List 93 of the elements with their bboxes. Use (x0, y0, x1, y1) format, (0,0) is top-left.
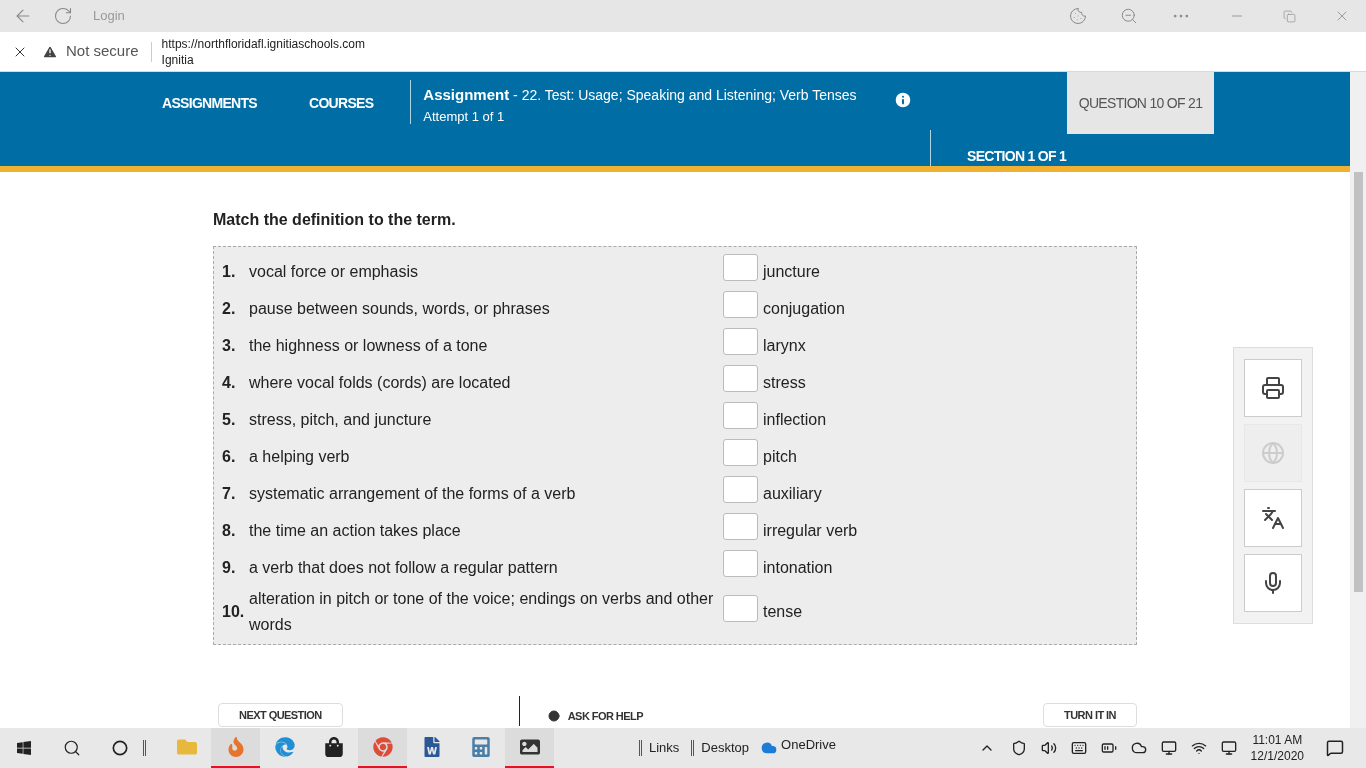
calculator-icon (470, 737, 491, 757)
item-number: 4. (221, 372, 237, 393)
answer-field[interactable] (723, 439, 758, 466)
browser-icon (274, 737, 295, 757)
term-text: juncture (763, 261, 820, 282)
nav-link[interactable]: ASSIGNMENTS (162, 93, 257, 109)
help-icon (547, 710, 560, 722)
monitor-icon[interactable] (1160, 740, 1177, 756)
item-number: 9. (221, 557, 237, 578)
flame-icon (225, 737, 246, 757)
cookie-icon[interactable] (1069, 7, 1087, 25)
item-number: 2. (221, 298, 237, 319)
definition-text: pause between sounds, words, or phrases (249, 298, 551, 319)
answer-field[interactable] (723, 550, 758, 577)
term-text: inflection (763, 409, 827, 430)
search-icon[interactable] (63, 739, 81, 757)
refresh-icon[interactable] (53, 6, 73, 26)
answer-field[interactable] (723, 513, 758, 540)
term-text: stress (763, 372, 806, 393)
item-number: 1. (221, 261, 237, 282)
item-number: 6. (221, 446, 237, 467)
cloud-icon[interactable] (1130, 740, 1147, 756)
scrollbar[interactable] (1350, 72, 1366, 728)
url-text[interactable]: https://northfloridafl.ignitiaschools.com (161, 35, 365, 52)
definition-text: vocal force or emphasis (249, 261, 419, 282)
battery-icon[interactable] (1100, 740, 1117, 756)
cortana-icon[interactable] (112, 740, 128, 756)
answer-field[interactable] (723, 594, 758, 622)
nav-link[interactable]: COURSES (309, 93, 374, 109)
globe-icon (1261, 441, 1285, 465)
wifi-icon[interactable] (1190, 740, 1207, 756)
item-number: 10. (221, 602, 246, 622)
page-title: Login (93, 7, 125, 26)
term-text: larynx (763, 335, 806, 356)
folder-icon (176, 737, 197, 757)
date-text: 12/1/2020 (1250, 748, 1304, 764)
browser-icon (372, 737, 393, 757)
toolbar-label[interactable]: Desktop (701, 738, 750, 758)
definition-text: the highness or lowness of a tone (249, 335, 489, 356)
answer-field[interactable] (723, 254, 758, 281)
translate-icon (1261, 506, 1285, 530)
item-number: 8. (221, 520, 237, 541)
answer-field[interactable] (723, 328, 758, 355)
zoom-out-icon[interactable] (1120, 7, 1138, 25)
item-number: 7. (221, 483, 237, 504)
definition-text: alteration in pitch or tone of the voice; endings on verbs and other words (249, 589, 715, 635)
speaker-icon[interactable] (1040, 740, 1057, 756)
help-link[interactable]: ASK FOR HELP (567, 708, 643, 725)
section-label: SECTION 1 OF 1 (967, 147, 1067, 162)
next-question-button[interactable]: NEXT QUESTION (218, 703, 343, 727)
term-text: irregular verb (763, 520, 858, 541)
printer-icon (1261, 376, 1285, 400)
site-name: Ignitia (161, 51, 195, 68)
onedrive-label[interactable]: OneDrive (781, 735, 836, 755)
item-number: 5. (221, 409, 237, 430)
windows-icon[interactable] (16, 740, 32, 756)
definition-text: systematic arrangement of the forms of a verb (249, 483, 577, 504)
time-text: 11:01 AM (1252, 732, 1303, 748)
item-number: 3. (221, 335, 237, 356)
term-text: pitch (763, 446, 797, 467)
toolbar-label[interactable]: Links (649, 738, 680, 758)
definition-text: the time an action takes place (249, 520, 462, 541)
answer-field[interactable] (723, 365, 758, 392)
turn-in-button[interactable]: TURN IT IN (1043, 703, 1137, 727)
security-label[interactable]: Not secure (66, 40, 139, 63)
tool-button[interactable] (1244, 359, 1302, 417)
question-counter: QUESTION 10 OF 21 (1067, 72, 1214, 134)
attempt-label: Attempt 1 of 1 (423, 107, 506, 126)
info-icon[interactable] (892, 90, 913, 110)
definition-text: a helping verb (249, 446, 351, 467)
term-text: intonation (763, 557, 833, 578)
notification-icon[interactable] (1326, 739, 1344, 757)
tool-button[interactable] (1244, 554, 1302, 612)
term-text: tense (763, 602, 803, 622)
answer-field[interactable] (723, 476, 758, 503)
tool-button[interactable] (1244, 489, 1302, 547)
question-prompt: Match the definition to the term. (213, 210, 457, 230)
definition-text: where vocal folds (cords) are located (249, 372, 512, 393)
term-text: conjugation (763, 298, 845, 319)
photo-icon (519, 737, 540, 757)
shield-icon[interactable] (1010, 740, 1027, 756)
bag-icon (323, 737, 344, 757)
answer-field[interactable] (723, 402, 758, 429)
clock[interactable]: 11:01 AM 12/1/2020 (1250, 732, 1304, 764)
display-icon[interactable] (1220, 740, 1237, 756)
answer-field[interactable] (723, 291, 758, 318)
definition-text: stress, pitch, and juncture (249, 409, 433, 430)
keyboard-icon[interactable] (1070, 740, 1087, 756)
taskbar-app[interactable] (505, 728, 554, 768)
warning-icon (42, 43, 58, 60)
term-text: auxiliary (763, 483, 822, 504)
definition-text: a verb that does not follow a regular pattern (249, 557, 559, 578)
assignment-title: Assignment - 22. Test: Usage; Speaking and Listening; Verb Tenses (423, 85, 857, 105)
